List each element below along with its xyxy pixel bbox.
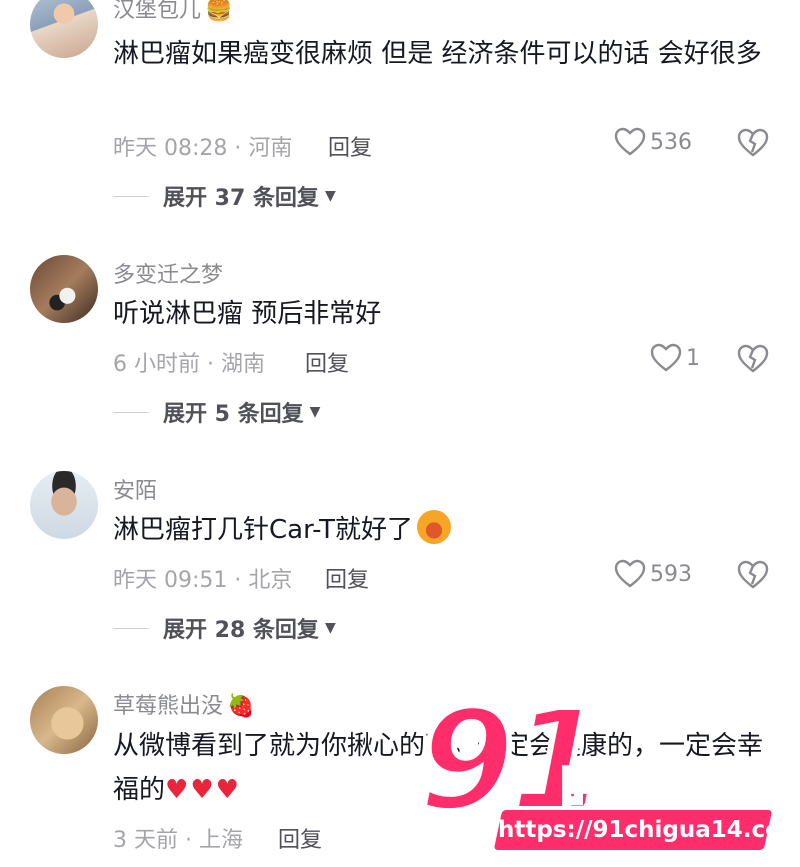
avatar[interactable] — [30, 0, 98, 58]
divider-line — [113, 195, 149, 197]
comment-author[interactable]: 草莓熊出没 🍓 — [113, 688, 254, 720]
heart-outline-icon — [614, 127, 646, 156]
comment-meta: 昨天 08:28 · 河南 — [113, 136, 293, 161]
chevron-down-icon: ▼ — [309, 404, 321, 420]
like-button[interactable]: 593 — [614, 559, 692, 589]
comment-author[interactable]: 汉堡包儿 🍔 — [113, 0, 232, 24]
angry-emoji-icon — [417, 510, 451, 544]
expand-replies-button[interactable]: 展开 28 条回复 ▼ — [113, 612, 336, 644]
chevron-down-icon: ▼ — [324, 620, 336, 636]
expand-replies-button[interactable]: 展开 5 条回复 ▼ — [113, 396, 320, 428]
broken-heart-icon[interactable] — [737, 128, 769, 158]
comment-text: 听说淋巴瘤 预后非常好 — [113, 299, 382, 329]
like-count: 1 — [686, 345, 700, 371]
watermark-logo: 91 吃瓜中心 https://91chigua14.com — [410, 689, 800, 867]
reply-button[interactable]: 回复 — [305, 346, 349, 378]
reply-button[interactable]: 回复 — [328, 130, 372, 162]
chevron-down-icon: ▼ — [324, 188, 336, 204]
comment-author[interactable]: 多变迁之梦 — [113, 257, 223, 289]
comment-meta: 6 小时前 · 湖南 — [113, 352, 265, 377]
broken-heart-icon[interactable] — [737, 560, 769, 590]
like-count: 593 — [650, 561, 692, 587]
comment-meta: 昨天 09:51 · 北京 — [113, 568, 293, 593]
avatar[interactable] — [30, 471, 98, 539]
heart-outline-icon — [614, 559, 646, 588]
watermark-url: https://91chigua14.com — [498, 817, 800, 843]
reply-button[interactable]: 回复 — [278, 822, 322, 854]
burger-emoji: 🍔 — [205, 0, 233, 23]
comment-text: 淋巴瘤如果癌变很麻烦 但是 经济条件可以的话 会好很多 — [113, 39, 762, 69]
red-heart-emojis: ♥♥♥ — [165, 775, 241, 805]
avatar[interactable] — [30, 686, 98, 754]
divider-line — [113, 627, 149, 629]
like-button[interactable]: 536 — [614, 127, 692, 157]
divider-line — [113, 411, 149, 413]
comment-meta: 3 天前 · 上海 — [113, 828, 243, 853]
broken-heart-icon[interactable] — [737, 344, 769, 374]
heart-outline-icon — [650, 343, 682, 372]
comment-text: 淋巴瘤打几针Car-T就好了 — [113, 508, 763, 552]
expand-replies-button[interactable]: 展开 37 条回复 ▼ — [113, 180, 336, 212]
avatar[interactable] — [30, 255, 98, 323]
comment-author[interactable]: 安陌 — [113, 473, 157, 505]
like-button[interactable]: 1 — [650, 343, 700, 373]
watermark-url-banner: https://91chigua14.com — [493, 810, 800, 850]
reply-button[interactable]: 回复 — [325, 562, 369, 594]
strawberry-emoji: 🍓 — [227, 694, 255, 719]
like-count: 536 — [650, 129, 692, 155]
